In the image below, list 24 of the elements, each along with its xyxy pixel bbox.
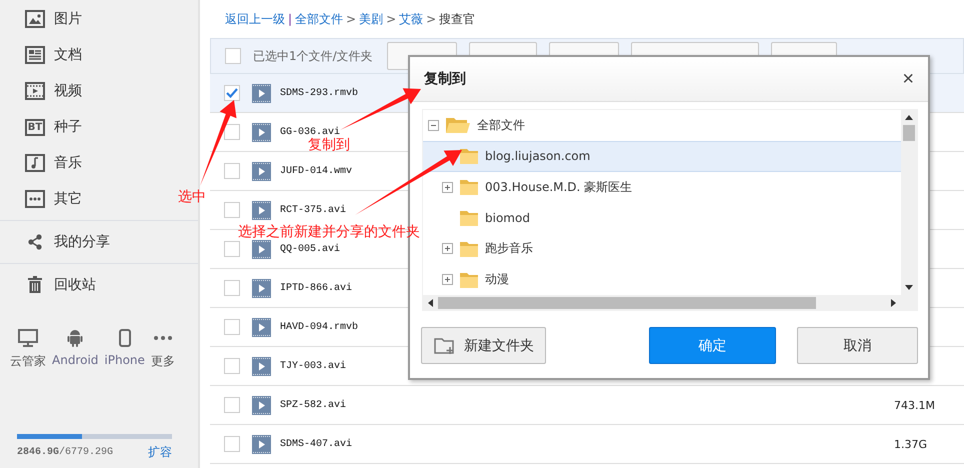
file-size: 1.37G (894, 438, 928, 450)
annotation-text: 选择之前新建并分享的文件夹 (238, 223, 420, 241)
breadcrumb-separator: > (386, 12, 396, 26)
annotation-text: 选中 (178, 188, 206, 206)
annotation-text: 复制到 (308, 136, 350, 154)
file-name: TJY-003.avi (280, 360, 346, 372)
selection-count: 已选中1个文件/文件夹 (253, 48, 373, 64)
bt-icon: BT (24, 118, 46, 136)
storage-usage: 2846.9G/6779.29G (17, 447, 114, 458)
divider: | (288, 12, 292, 26)
dialog-title: 复制到 (424, 70, 466, 88)
breadcrumb-separator: > (426, 12, 436, 26)
file-name: HAVD-094.rmvb (280, 322, 358, 332)
file-name: JUFD-014.wmv (280, 166, 352, 176)
file-name: SPZ-582.avi (280, 400, 346, 410)
breadcrumb-separator: > (346, 12, 356, 26)
file-name: IPTD-866.avi (280, 282, 352, 294)
breadcrumb-current: 搜查官 (439, 10, 476, 28)
file-size: 743.1M (894, 398, 936, 412)
file-name: SDMS-407.avi (280, 438, 352, 450)
file-name: RCT-375.avi (280, 204, 346, 216)
file-name: QQ-005.avi (280, 244, 340, 254)
file-name: SDMS-293.rmvb (280, 88, 358, 98)
file-name: GG-036.avi (280, 126, 340, 138)
